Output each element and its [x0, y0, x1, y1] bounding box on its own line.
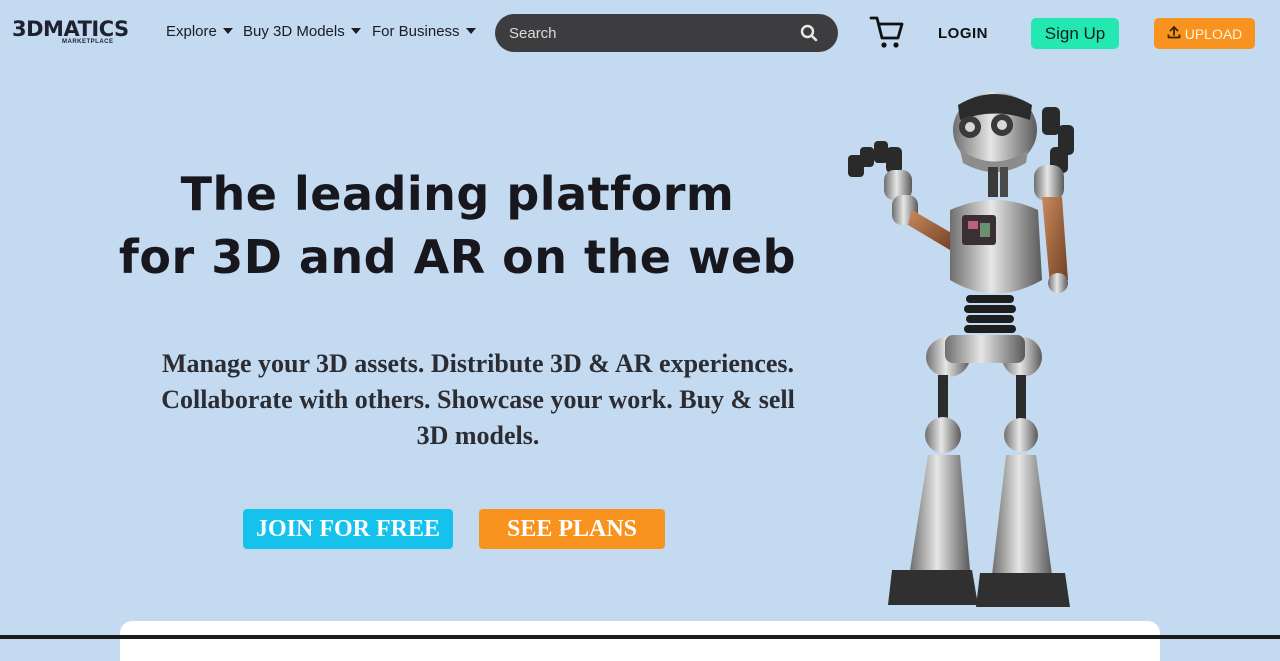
chevron-down-icon — [465, 28, 476, 34]
signup-button[interactable]: Sign Up — [1031, 18, 1119, 49]
see-plans-button[interactable]: SEE PLANS — [479, 509, 665, 549]
hero-title: The leading platform for 3D and AR on th… — [100, 163, 815, 289]
logo-subtitle: MARKETPLACE — [62, 39, 114, 45]
nav-explore[interactable]: Explore — [166, 21, 233, 41]
join-for-free-button[interactable]: JOIN FOR FREE — [243, 509, 453, 549]
content-card — [120, 621, 1160, 661]
logo-wordmark: 3DMATICS — [12, 17, 129, 41]
upload-button[interactable]: UPLOAD — [1154, 18, 1255, 49]
hero-title-line-1: The leading platform — [180, 167, 735, 221]
nav-buy-3d-models[interactable]: Buy 3D Models — [243, 21, 361, 41]
chevron-down-icon — [222, 28, 233, 34]
search-icon[interactable] — [794, 18, 824, 48]
nav-explore-label: Explore — [166, 22, 217, 40]
cart-icon[interactable] — [869, 14, 905, 50]
hero-subtitle-line-2: Collaborate with others. Showcase your w… — [161, 385, 795, 414]
hero-subtitle-line-3: 3D models. — [416, 421, 540, 450]
hero-subtitle: Manage your 3D assets. Distribute 3D & A… — [108, 346, 848, 454]
search-bar — [495, 14, 838, 52]
hero-title-line-2: for 3D and AR on the web — [118, 230, 797, 284]
nav-buy-label: Buy 3D Models — [243, 22, 345, 40]
chevron-down-icon — [350, 28, 361, 34]
search-input[interactable] — [495, 23, 794, 43]
login-link[interactable]: LOGIN — [938, 25, 988, 42]
window-bottom-edge — [0, 635, 1280, 639]
nav-business-label: For Business — [372, 22, 460, 40]
upload-label: UPLOAD — [1184, 25, 1243, 42]
upload-icon — [1167, 25, 1181, 42]
nav-for-business[interactable]: For Business — [372, 21, 476, 41]
hero-subtitle-line-1: Manage your 3D assets. Distribute 3D & A… — [161, 349, 795, 378]
robot-3d-model-image — [848, 92, 1074, 607]
brand-logo[interactable]: 3DMATICS MARKETPLACE — [12, 17, 144, 45]
